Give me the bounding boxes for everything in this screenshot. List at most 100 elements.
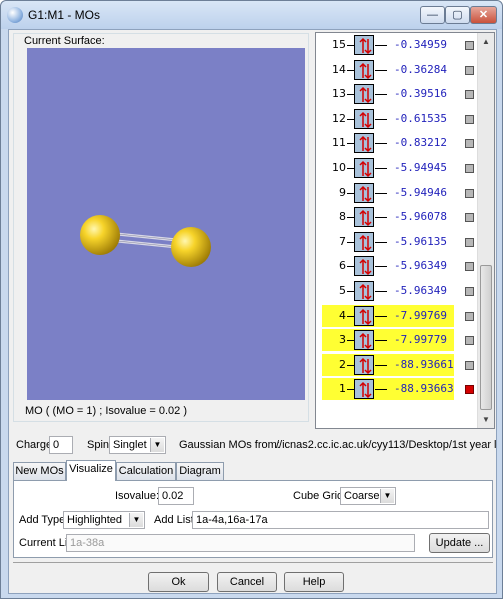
mo-level-line bbox=[375, 118, 387, 120]
maximize-button[interactable]: ▢ bbox=[445, 6, 470, 24]
mo-select-checkbox[interactable] bbox=[465, 287, 474, 296]
electron-pair-icon bbox=[354, 84, 374, 105]
mo-energy: -5.96078 bbox=[394, 210, 447, 224]
mo-energy: -0.36284 bbox=[394, 62, 447, 76]
mo-energy: -0.83212 bbox=[394, 136, 447, 150]
title-bar[interactable]: G1:M1 - MOs — ▢ ✕ bbox=[1, 1, 502, 29]
tab-diagram[interactable]: Diagram bbox=[176, 462, 224, 480]
charge-input[interactable]: 0 bbox=[49, 436, 73, 454]
current-surface-label: Current Surface: bbox=[22, 35, 107, 47]
mo-row[interactable]: 15 -0.34959 bbox=[322, 34, 477, 56]
mo-select-checkbox[interactable] bbox=[465, 237, 474, 247]
scroll-thumb[interactable] bbox=[480, 265, 492, 410]
ok-button[interactable]: Ok bbox=[148, 572, 209, 592]
mo-row[interactable]: 11 -0.83212 bbox=[322, 132, 477, 154]
mo-row[interactable]: 12 -0.61535 bbox=[322, 108, 477, 130]
atom-left bbox=[80, 215, 120, 255]
footer-divider bbox=[13, 562, 493, 563]
mo-row[interactable]: 6 -5.96349 bbox=[322, 255, 477, 277]
mo-select-checkbox[interactable] bbox=[465, 114, 474, 124]
tab-calculation[interactable]: Calculation bbox=[116, 462, 176, 480]
molecule-viewport[interactable] bbox=[27, 48, 305, 400]
source-path: //icnas2.cc.ic.ac.uk/cyy113/Desktop/1st … bbox=[276, 439, 496, 451]
minimize-button[interactable]: — bbox=[420, 6, 445, 24]
electron-pair-icon bbox=[354, 231, 374, 252]
electron-pair-icon bbox=[354, 35, 374, 55]
mo-energy: -88.93661 bbox=[394, 357, 454, 371]
mo-select-checkbox[interactable] bbox=[465, 262, 474, 272]
dialog-client: Current Surface: MO ((MO = 1) ; Isovalu… bbox=[8, 29, 497, 594]
mo-number: 1 bbox=[339, 382, 346, 396]
mo-select-checkbox[interactable] bbox=[465, 385, 474, 395]
mo-row[interactable]: 5 -5.96349 bbox=[322, 280, 477, 302]
visualize-panel: Isovalue: 0.02 Cube Grid: Coarse ▼ Add T… bbox=[13, 480, 493, 558]
window-title: G1:M1 - MOs bbox=[28, 8, 101, 22]
close-button[interactable]: ✕ bbox=[470, 6, 497, 24]
mo-number: 15 bbox=[332, 38, 346, 51]
mo-energy: -88.93663 bbox=[394, 382, 454, 396]
mo-level-line bbox=[375, 364, 387, 366]
mo-energy: -5.96349 bbox=[394, 259, 447, 273]
spin-select[interactable]: Singlet ▼ bbox=[109, 436, 166, 454]
current-list-field: 1a-38a bbox=[66, 534, 415, 552]
mo-level-line bbox=[375, 291, 387, 292]
mo-number: 3 bbox=[339, 333, 346, 347]
mo-row[interactable]: 9 -5.94946 bbox=[322, 182, 477, 204]
mo-row[interactable]: 7 -5.96135 bbox=[322, 231, 477, 253]
mo-list-scrollbar[interactable]: ▲ ▼ bbox=[477, 33, 494, 428]
mo-number: 13 bbox=[332, 87, 346, 101]
mo-level-line bbox=[375, 168, 387, 169]
cancel-button[interactable]: Cancel bbox=[217, 572, 277, 592]
mo-level-line bbox=[375, 45, 387, 46]
mo-select-checkbox[interactable] bbox=[465, 139, 474, 149]
chevron-down-icon[interactable]: ▼ bbox=[129, 513, 143, 527]
mo-select-checkbox[interactable] bbox=[465, 336, 474, 346]
tab-new-mos[interactable]: New MOs bbox=[13, 462, 66, 480]
mo-row[interactable]: 2 -88.93661 bbox=[322, 353, 454, 376]
mo-energy: -7.99779 bbox=[394, 333, 447, 347]
cube-grid-select[interactable]: Coarse ▼ bbox=[340, 487, 396, 505]
mo-select-checkbox[interactable] bbox=[465, 213, 474, 223]
tab-visualize[interactable]: Visualize bbox=[66, 460, 116, 481]
mo-row[interactable]: 14 -0.36284 bbox=[322, 59, 477, 81]
mo-row[interactable]: 13 -0.39516 bbox=[322, 83, 477, 105]
mo-row[interactable]: 4 -7.99769 bbox=[322, 304, 454, 327]
mo-row[interactable]: 3 -7.99779 bbox=[322, 329, 454, 352]
mo-level-line bbox=[375, 389, 387, 391]
add-list-input[interactable]: 1a-4a,16a-17a bbox=[192, 511, 489, 529]
mo-row[interactable]: 1 -88.93663 bbox=[322, 378, 454, 401]
electron-pair-icon bbox=[354, 305, 374, 326]
electron-pair-icon bbox=[354, 182, 374, 203]
mo-energy: -5.96349 bbox=[394, 284, 447, 297]
mo-number: 12 bbox=[332, 111, 346, 125]
mo-number: 11 bbox=[332, 136, 346, 150]
isovalue-input[interactable]: 0.02 bbox=[158, 487, 194, 505]
source-label: Gaussian MOs from: bbox=[179, 439, 280, 451]
add-type-select[interactable]: Highlighted ▼ bbox=[63, 511, 145, 529]
mo-level-line bbox=[375, 69, 387, 71]
electron-pair-icon bbox=[354, 379, 374, 400]
mo-number: 8 bbox=[339, 210, 346, 224]
chevron-down-icon[interactable]: ▼ bbox=[150, 438, 164, 452]
scroll-up-icon[interactable]: ▲ bbox=[478, 33, 494, 50]
mo-select-checkbox[interactable] bbox=[465, 311, 474, 321]
mo-select-checkbox[interactable] bbox=[465, 90, 474, 100]
mo-level-line bbox=[375, 340, 387, 342]
update-button[interactable]: Update ... bbox=[429, 533, 490, 553]
mo-row[interactable]: 10 -5.94945 bbox=[322, 157, 477, 179]
gaussview-icon bbox=[7, 7, 23, 23]
chevron-down-icon[interactable]: ▼ bbox=[380, 489, 394, 503]
mo-number: 9 bbox=[339, 185, 346, 199]
mo-select-checkbox[interactable] bbox=[465, 188, 474, 198]
mo-energy: -5.94945 bbox=[394, 161, 447, 174]
mo-number: 4 bbox=[339, 308, 346, 322]
mo-row[interactable]: 8 -5.96078 bbox=[322, 206, 477, 228]
mo-select-checkbox[interactable] bbox=[465, 164, 474, 173]
mo-select-checkbox[interactable] bbox=[465, 65, 474, 75]
help-button[interactable]: Help bbox=[284, 572, 344, 592]
add-type-label: Add Type: bbox=[19, 514, 69, 526]
mo-select-checkbox[interactable] bbox=[465, 360, 474, 370]
mo-select-checkbox[interactable] bbox=[465, 41, 474, 50]
mo-number: 7 bbox=[339, 234, 346, 248]
scroll-down-icon[interactable]: ▼ bbox=[478, 411, 494, 428]
